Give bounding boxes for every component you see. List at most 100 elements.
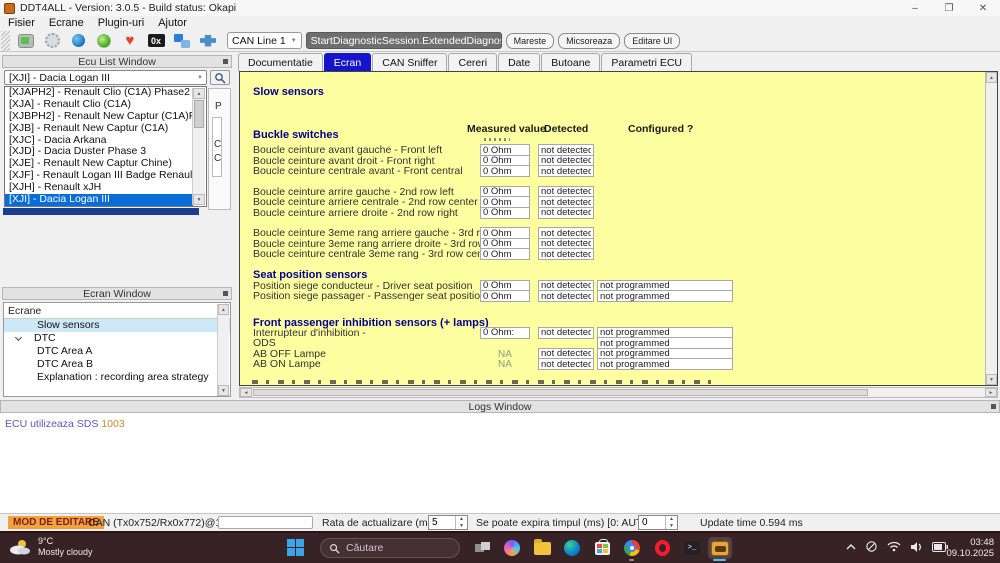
screens-icon[interactable] (171, 32, 193, 50)
chrome-button[interactable] (620, 537, 644, 559)
tab-ecran[interactable]: Ecran (324, 53, 371, 71)
ecu-list-item[interactable]: [XJD] - Dacia Duster Phase 3 (5, 146, 193, 158)
scroll-up-icon[interactable]: ▲ (193, 88, 205, 99)
start-button[interactable] (287, 539, 305, 557)
ecu-list-item[interactable]: [XJB] - Renault New Captur (C1A) (5, 123, 193, 135)
ecu-select-combo[interactable]: [XJI] - Dacia Logan III ▼ (4, 70, 207, 85)
scroll-down-icon[interactable]: ▼ (193, 194, 205, 205)
detected-field[interactable] (538, 327, 594, 339)
spin-down-icon[interactable]: ▼ (456, 523, 467, 530)
ecu-list-item[interactable]: [XJA] - Renault Clio (C1A) (5, 99, 193, 111)
scroll-down-icon[interactable]: ▼ (986, 374, 997, 385)
edge-button[interactable] (560, 537, 584, 559)
tree-item-dtc[interactable]: DTC (4, 332, 230, 345)
tab-butoane[interactable]: Butoane (541, 53, 600, 71)
timeout-value[interactable] (639, 516, 665, 529)
wifi-icon[interactable] (887, 541, 901, 552)
tab-date[interactable]: Date (498, 53, 540, 71)
dock-pin-icon[interactable] (223, 59, 228, 64)
scroll-thumb[interactable] (194, 100, 204, 128)
restore-button[interactable]: ❐ (932, 0, 966, 16)
ecu-list-item[interactable]: [XJE] - Renault New Captur Chine) (5, 158, 193, 170)
spinner-arrows[interactable]: ▲▼ (455, 516, 467, 529)
rate-value[interactable] (429, 516, 455, 529)
tree-item-dtc-area-b[interactable]: DTC Area B (4, 358, 230, 371)
tray-chevron-up-icon[interactable] (846, 543, 856, 551)
tree-item-dtc-area-a[interactable]: DTC Area A (4, 345, 230, 358)
ecu-list-item[interactable]: [XJBPH2] - Renault New Captur (C1A)Ph2 (5, 111, 193, 123)
edit-ui-button[interactable]: Editare UI (624, 33, 680, 49)
detected-field[interactable] (538, 207, 594, 219)
ecran-tree-scrollbar[interactable]: ▲ ▼ (217, 304, 229, 396)
ecu-list-item-selected[interactable]: [XJI] - Dacia Logan III (5, 194, 193, 206)
detected-field[interactable] (538, 165, 594, 177)
dock-pin-icon[interactable] (223, 291, 228, 296)
volume-icon[interactable] (910, 541, 923, 553)
copilot-button[interactable] (500, 537, 524, 559)
detected-field[interactable] (538, 290, 594, 302)
ddt4all-taskbar-button[interactable] (708, 537, 732, 559)
screen-vertical-scrollbar[interactable]: ▲ ▼ (985, 72, 997, 385)
menu-ecrane[interactable]: Ecrane (49, 17, 84, 29)
dock-pin-icon[interactable] (991, 404, 996, 409)
refresh-icon[interactable] (93, 32, 115, 50)
opera-button[interactable] (650, 537, 674, 559)
menu-ajutor[interactable]: Ajutor (158, 17, 187, 29)
ecu-list-window-header[interactable]: Ecu List Window (2, 55, 232, 68)
measured-value-field[interactable] (480, 207, 530, 219)
scroll-down-icon[interactable]: ▼ (218, 385, 229, 396)
ecu-connect-icon[interactable] (15, 32, 37, 50)
logs-window-header[interactable]: Logs Window (0, 400, 1000, 413)
settings-gear-icon[interactable] (41, 32, 63, 50)
close-button[interactable]: ✕ (966, 0, 1000, 16)
zoom-in-button[interactable]: Mareste (506, 33, 555, 49)
spin-down-icon[interactable]: ▼ (666, 523, 677, 530)
tree-item-slow-sensors[interactable]: Slow sensors (4, 319, 230, 332)
detected-field[interactable] (538, 248, 594, 260)
ecu-list-item[interactable]: [XJC] - Dacia Arkana (5, 135, 193, 147)
scroll-up-icon[interactable]: ▲ (986, 72, 997, 83)
screen-horizontal-scrollbar[interactable]: ◄ ► (239, 387, 998, 398)
file-explorer-button[interactable] (530, 537, 554, 559)
search-input[interactable] (346, 542, 441, 554)
menu-plugin-uri[interactable]: Plugin-uri (98, 17, 144, 29)
column-resize-handle[interactable] (484, 138, 510, 141)
minimize-button[interactable]: – (898, 0, 932, 16)
tab-parametri-ecu[interactable]: Parametri ECU (601, 53, 692, 71)
scroll-thumb[interactable] (253, 389, 868, 396)
tab-can-sniffer[interactable]: CAN Sniffer (372, 53, 447, 71)
tab-documentatie[interactable]: Documentatie (238, 53, 323, 71)
measured-value-field[interactable] (480, 248, 530, 260)
scroll-right-icon[interactable]: ► (985, 388, 997, 397)
timeout-spinner[interactable]: ▲▼ (638, 515, 678, 530)
hex-mode-icon[interactable]: 0x (145, 32, 167, 50)
task-view-button[interactable] (470, 537, 494, 559)
tree-item-explanation[interactable]: Explanation : recording area strategy (4, 371, 230, 384)
scroll-up-icon[interactable]: ▲ (218, 304, 229, 315)
toolbar-grip[interactable] (1, 31, 10, 51)
scroll-left-icon[interactable]: ◄ (240, 388, 252, 397)
can-line-select[interactable]: CAN Line 1▼ (227, 32, 302, 49)
terminal-button[interactable]: >_ (680, 537, 704, 559)
chevron-down-icon[interactable] (15, 334, 22, 341)
scan-target-icon[interactable] (67, 32, 89, 50)
spinner-arrows[interactable]: ▲▼ (665, 516, 677, 529)
muted-blocked-icon[interactable] (865, 540, 878, 553)
ecu-list-item[interactable]: [XJH] - Renault xJH (5, 182, 193, 194)
tab-cereri[interactable]: Cereri (448, 53, 497, 71)
valve-plugin-icon[interactable] (197, 32, 219, 50)
measured-value-field[interactable] (480, 290, 530, 302)
menu-fisier[interactable]: Fisier (8, 17, 35, 29)
configured-field[interactable] (597, 290, 733, 302)
store-button[interactable] (590, 537, 614, 559)
ecu-list-item[interactable]: [XJAPH2] - Renault Clio (C1A) Phase2 (5, 87, 193, 99)
taskbar-clock[interactable]: 03:48 09.10.2025 (946, 537, 994, 559)
status-field[interactable] (218, 516, 313, 529)
zoom-out-button[interactable]: Micsoreaza (558, 33, 620, 49)
measured-value-field[interactable] (480, 327, 530, 339)
measured-value-field[interactable] (480, 165, 530, 177)
ecu-list-item[interactable]: [XJF] - Renault Logan III Badge Renault (5, 170, 193, 182)
weather-widget[interactable]: 9°C Mostly cloudy (8, 536, 93, 558)
ecu-list-scrollbar[interactable]: ▲ ▼ (192, 88, 205, 205)
ecran-window-header[interactable]: Ecran Window (2, 287, 232, 300)
